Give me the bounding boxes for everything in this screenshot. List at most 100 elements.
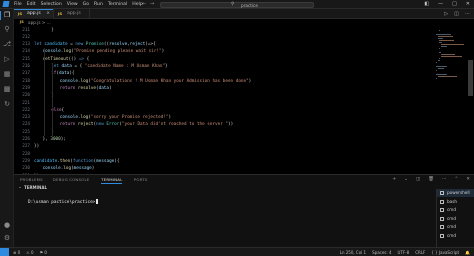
code-token: Error [106, 122, 120, 128]
panel-more-icon[interactable]: ⋯ [442, 175, 447, 184]
status-right-item[interactable]: UTF-8 [398, 248, 410, 256]
maximize-icon[interactable]: □ [452, 0, 457, 9]
search-icon[interactable]: ⚲ [0, 25, 14, 33]
code-text: return resolve(data) [60, 85, 112, 92]
editor-scrollbar[interactable] [467, 26, 473, 174]
code-line: 211} [14, 27, 434, 34]
breadcrumb-path[interactable]: app.js > ... [28, 19, 51, 26]
minimap-line [439, 40, 454, 41]
code-text: let data = { "candidate Name : M Usman K… [51, 63, 167, 70]
menu-item-go[interactable]: Go [83, 0, 89, 9]
line-number: 214 [22, 49, 30, 55]
code-token: 3000 [50, 137, 61, 142]
terminal-list-item[interactable]: cmd [437, 223, 474, 231]
menu-item-edit[interactable]: Edit [27, 0, 36, 9]
terminal-name: bash [447, 198, 458, 204]
bottom-panel: PROBLEMS DEBUG CONSOLE TERMINAL PORTS + ⌄ ◫… [14, 174, 474, 247]
manage-gear-icon[interactable]: ⚙ [0, 234, 14, 242]
menu-item-terminal[interactable]: Terminal [108, 0, 127, 9]
code-text: }, 3000); [43, 136, 66, 143]
source-control-icon[interactable]: ⎇ [0, 40, 14, 48]
terminal-dropdown-icon[interactable]: ⌄ [404, 175, 408, 184]
run-debug-icon[interactable]: ▷ [0, 55, 14, 63]
code-token: ) [108, 85, 112, 91]
layout-toggle-icon[interactable]: ◧ [424, 0, 429, 9]
code-editor[interactable]: 211} 212 213 let candidate = new Promise((r… [14, 26, 434, 175]
code-token: console [59, 115, 78, 121]
line-number: 230 [22, 166, 30, 172]
scroll-thumb[interactable] [468, 60, 473, 96]
status-left-item[interactable]: ⚠ 0 [26, 248, 33, 256]
terminal-list-item[interactable]: cmd [437, 232, 474, 240]
terminal-icon [440, 191, 444, 195]
split-editor-icon[interactable]: ◫ [454, 9, 459, 19]
new-terminal-icon[interactable]: + [392, 175, 396, 184]
code-token: candidate [44, 42, 68, 48]
status-right-item[interactable]: CRLF [415, 248, 425, 256]
line-number: 225 [22, 129, 30, 135]
remote-indicator-icon[interactable] [0, 248, 9, 256]
tab-app-js-active[interactable]: JS app.js × [14, 9, 54, 19]
status-left-item[interactable]: ⚑ 0 [40, 248, 47, 256]
menu-item-selection[interactable]: Selection [41, 0, 62, 9]
minimap-line [440, 56, 463, 57]
code-line: 223 console.log("sorry your Promise rejec… [14, 114, 434, 121]
terminal-prompt-line[interactable]: D:\usman pactice\practice> [28, 199, 99, 206]
terminal-prompt: D:\usman pactice\practice> [28, 200, 96, 205]
line-number: 212 [22, 34, 30, 40]
menu-item-view[interactable]: View [67, 0, 78, 9]
minimap-line [436, 66, 447, 67]
back-arrow-icon[interactable]: ← [142, 0, 146, 9]
code-token: { [84, 56, 90, 62]
terminal-list-item[interactable]: bash [437, 198, 474, 206]
explorer-icon[interactable]: ❐ [0, 11, 14, 20]
code-token: ) [248, 78, 252, 84]
close-window-icon[interactable]: ✕ [466, 0, 470, 9]
code-text: setTimeout(() => { [43, 56, 90, 63]
menu-item-run[interactable]: Run [94, 0, 103, 9]
command-center-search[interactable]: ⚲ practice [160, 1, 314, 8]
tab-debug-console[interactable]: DEBUG CONSOLE [53, 175, 90, 184]
remote-explorer-icon[interactable]: ▩ [0, 85, 14, 93]
close-panel-icon[interactable]: ✕ [466, 175, 470, 184]
code-line: 219 return resolve(data) [14, 85, 434, 92]
terminal-name: cmd [447, 224, 457, 229]
close-tab-icon[interactable]: × [46, 9, 50, 19]
extensions-icon[interactable]: ▦ [0, 70, 14, 78]
accounts-sync-icon[interactable]: ↻ [0, 100, 14, 108]
run-file-icon[interactable]: ▷ [444, 9, 448, 19]
status-right-item[interactable]: { } JavaScript [431, 248, 459, 256]
account-icon[interactable]: ● [0, 221, 14, 229]
maximize-panel-icon[interactable]: ⌃ [454, 175, 458, 184]
more-actions-icon[interactable]: ⋯ [465, 9, 470, 19]
javascript-file-icon: JS [20, 20, 24, 24]
status-right-item[interactable]: Ln 250, Col 1 [340, 248, 366, 256]
tab-app-js[interactable]: JS app.js [54, 9, 90, 19]
kill-terminal-icon[interactable]: 🗑 [428, 175, 434, 184]
minimap[interactable] [434, 26, 466, 174]
code-token: }) [34, 144, 40, 150]
terminal-section-header[interactable]: ⌄ TERMINAL [14, 184, 434, 191]
status-left-item[interactable]: ⊗ 0 [13, 248, 20, 256]
minimize-icon[interactable]: — [438, 0, 443, 9]
code-token: } [51, 27, 54, 33]
javascript-file-icon: JS [18, 11, 23, 16]
status-right: Ln 250, Col 1 Spaces: 4 UTF-8 CRLF { } JavaS… [340, 248, 470, 256]
notifications-bell-icon[interactable]: 🔔 [465, 248, 470, 256]
tab-terminal[interactable]: TERMINAL [101, 175, 123, 184]
indent-guide [52, 63, 54, 136]
code-line: 213 let candidate = new Promise((resolve,… [14, 41, 434, 48]
tab-problems[interactable]: PROBLEMS [20, 175, 43, 184]
menu-item-file[interactable]: File [14, 0, 22, 9]
terminal-list-item[interactable]: powershell [437, 189, 474, 197]
terminal-list-item[interactable]: cmd [437, 206, 474, 214]
terminal-icon [440, 208, 444, 212]
split-terminal-icon[interactable]: ◫ [416, 175, 420, 184]
terminal-list-item[interactable]: cmd [437, 215, 474, 223]
code-token: setTimeout [42, 56, 69, 62]
minimap-line [440, 44, 465, 45]
tab-ports[interactable]: PORTS [134, 175, 148, 184]
minimap-line [437, 60, 441, 61]
forward-arrow-icon[interactable]: → [150, 0, 154, 9]
status-right-item[interactable]: Spaces: 4 [372, 248, 391, 256]
